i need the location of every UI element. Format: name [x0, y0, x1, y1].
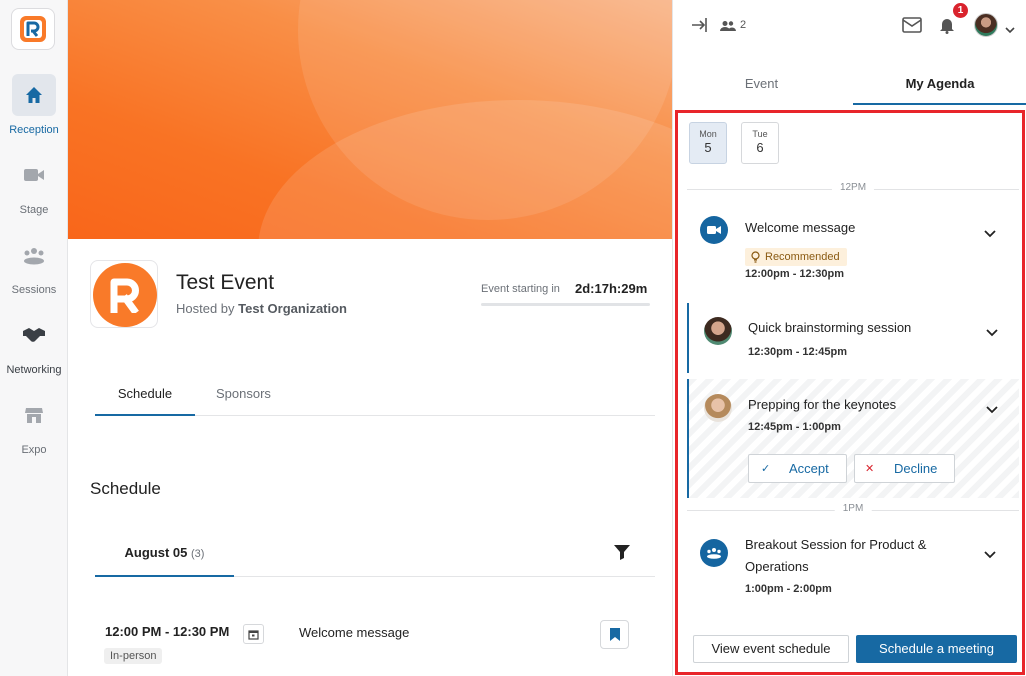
- agenda-item-time: 12:30pm - 12:45pm: [748, 346, 848, 358]
- view-event-schedule-button[interactable]: View event schedule: [693, 635, 849, 663]
- schedule-heading: Schedule: [90, 479, 161, 498]
- session-title[interactable]: Welcome message: [299, 625, 409, 640]
- chevron-down-icon[interactable]: [986, 401, 998, 419]
- hour-separator: 12PM: [687, 182, 1019, 196]
- attendees-icon[interactable]: [720, 19, 736, 37]
- my-agenda-list: Mon 5 Tue 6 12PM Welcome message Recomme…: [675, 110, 1025, 675]
- logo-icon: [20, 16, 46, 42]
- recommended-badge: Recommended: [745, 248, 847, 266]
- video-camera-icon: [12, 154, 56, 196]
- agenda-item-time: 12:45pm - 1:00pm: [748, 421, 841, 433]
- host-avatar: [704, 394, 732, 422]
- tab-schedule[interactable]: Schedule: [95, 385, 195, 416]
- agenda-item-time: 1:00pm - 2:00pm: [745, 583, 832, 595]
- session-format-badge: In-person: [104, 648, 163, 664]
- date-tabs: August 05 (3): [95, 540, 655, 577]
- exit-icon[interactable]: [690, 16, 708, 39]
- agenda-item-title: Prepping for the keynotes: [748, 397, 897, 412]
- event-title: Test Event: [176, 271, 275, 294]
- nav-sessions[interactable]: Sessions: [0, 234, 68, 296]
- nav-networking[interactable]: Networking: [0, 314, 68, 376]
- nav-label: Networking: [6, 364, 62, 376]
- agenda-item-title: Breakout Session for Product & Operations: [745, 537, 927, 574]
- decline-button[interactable]: ✕ Decline: [854, 454, 955, 483]
- agenda-tabs: Event My Agenda: [673, 70, 1026, 105]
- event-banner: [68, 0, 672, 239]
- tab-sponsors[interactable]: Sponsors: [216, 385, 271, 416]
- nav-reception[interactable]: Reception: [0, 74, 68, 136]
- close-icon: ✕: [865, 463, 875, 475]
- chevron-down-icon[interactable]: [986, 324, 998, 342]
- chevron-down-icon[interactable]: [984, 546, 996, 564]
- nav-expo[interactable]: Expo: [0, 394, 68, 456]
- agenda-item[interactable]: Quick brainstorming session 12:30pm - 12…: [687, 303, 1019, 373]
- countdown-progress-bar: [481, 303, 650, 306]
- lightbulb-icon: [751, 251, 760, 263]
- notification-badge: 1: [953, 3, 968, 18]
- handshake-icon: [12, 314, 56, 356]
- bookmark-button[interactable]: [600, 620, 629, 649]
- r-logo-icon: [110, 278, 139, 313]
- tab-event[interactable]: Event: [673, 70, 850, 105]
- agenda-item[interactable]: Breakout Session for Product & Operations…: [687, 531, 1019, 611]
- date-tab-aug-05[interactable]: August 05 (3): [95, 540, 234, 577]
- agenda-item[interactable]: Welcome message Recommended 12:00pm - 12…: [687, 208, 1019, 293]
- filter-icon[interactable]: [613, 544, 631, 565]
- schedule-meeting-button[interactable]: Schedule a meeting: [856, 635, 1017, 663]
- agenda-item-title: Quick brainstorming session: [748, 320, 912, 335]
- bell-icon[interactable]: [939, 16, 955, 39]
- left-nav: Reception Stage Sessions Networking Expo: [0, 0, 68, 676]
- agenda-item-title: Welcome message: [745, 220, 856, 235]
- bookmark-icon: [609, 628, 620, 641]
- hour-separator: 1PM: [687, 503, 1019, 517]
- session-time: 12:00 PM - 12:30 PM: [105, 624, 230, 639]
- calendar-icon: [248, 629, 259, 640]
- agenda-invitation-item[interactable]: Prepping for the keynotes 12:45pm - 1:00…: [687, 379, 1019, 498]
- user-avatar[interactable]: [974, 13, 998, 37]
- chevron-down-icon[interactable]: [1005, 21, 1015, 39]
- attendee-count: 2: [740, 19, 747, 31]
- store-icon: [12, 394, 56, 436]
- people-group-icon: [700, 539, 728, 567]
- countdown-label: Event starting in: [481, 283, 560, 295]
- agenda-item-time: 12:00pm - 12:30pm: [745, 268, 845, 280]
- check-icon: ✓: [761, 463, 771, 475]
- host-avatar: [704, 317, 732, 345]
- nav-label: Expo: [21, 444, 47, 456]
- home-icon: [12, 74, 56, 116]
- main-content: Test Event Hosted by Test Organization E…: [68, 0, 672, 676]
- day-tue-6[interactable]: Tue 6: [741, 122, 779, 164]
- agenda-panel: 2 1 Event My Agenda Mon 5 Tue 6 12PM Wel…: [672, 0, 1026, 676]
- nav-label: Reception: [9, 124, 59, 136]
- day-mon-5[interactable]: Mon 5: [689, 122, 727, 164]
- chevron-down-icon[interactable]: [984, 225, 996, 243]
- countdown-value: 2d:17h:29m: [575, 281, 648, 296]
- accept-button[interactable]: ✓ Accept: [748, 454, 847, 483]
- app-logo[interactable]: [11, 8, 55, 50]
- main-tabs: Schedule Sponsors: [95, 385, 655, 416]
- event-logo: [90, 260, 158, 328]
- video-camera-icon: [700, 216, 728, 244]
- tab-my-agenda[interactable]: My Agenda: [853, 70, 1026, 105]
- people-group-icon: [12, 234, 56, 276]
- nav-stage[interactable]: Stage: [0, 154, 68, 216]
- add-to-calendar-button[interactable]: [243, 624, 264, 644]
- event-host: Hosted by Test Organization: [176, 301, 347, 316]
- nav-label: Sessions: [11, 284, 57, 296]
- nav-label: Stage: [19, 204, 49, 216]
- mail-icon[interactable]: [902, 17, 922, 38]
